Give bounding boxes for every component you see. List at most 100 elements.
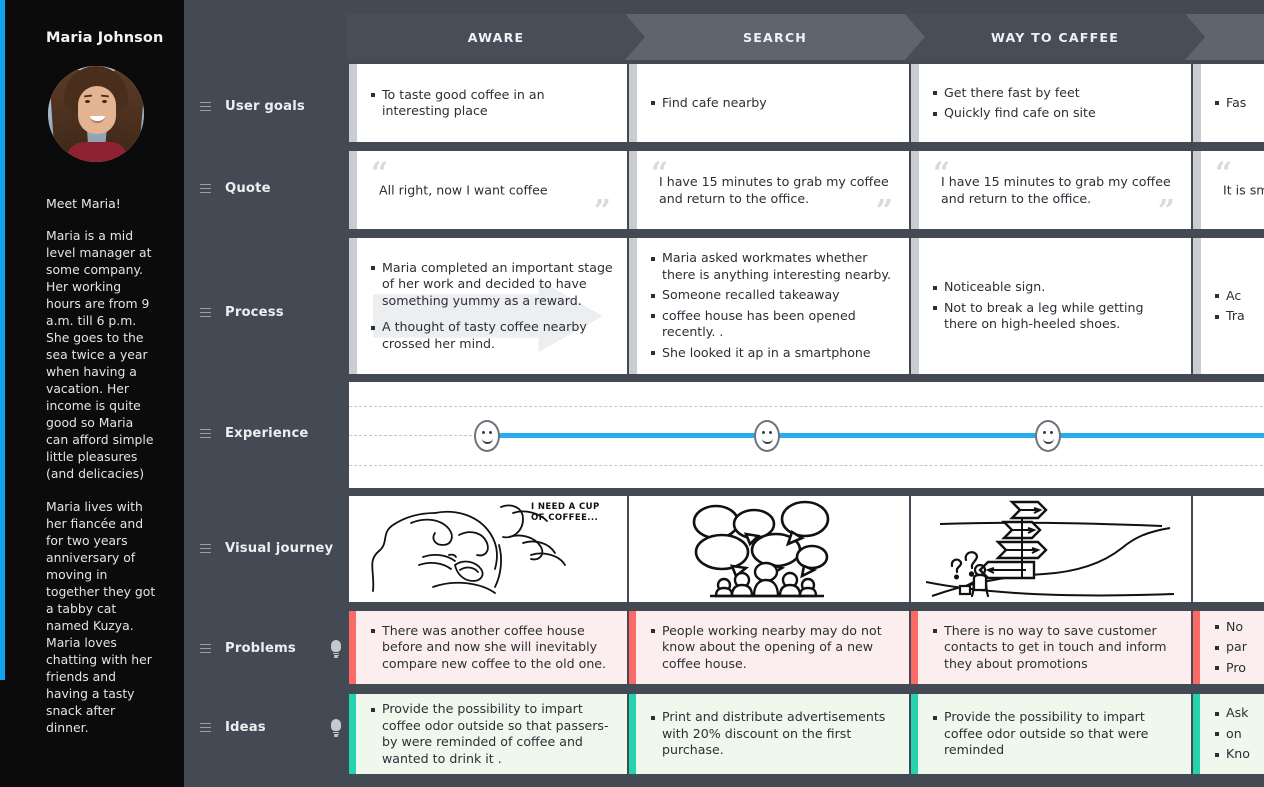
card[interactable]: “ I have 15 minutes to grab my coffee an… — [629, 151, 909, 229]
persona-sidebar: Maria Johnson Meet Maria! Maria is a mid… — [0, 0, 184, 787]
card[interactable]: Maria completed an important stage of he… — [349, 238, 627, 374]
card[interactable]: Find cafe nearby — [629, 64, 909, 142]
sketch-signpost-road[interactable] — [911, 496, 1191, 602]
card[interactable]: Provide the possibility to impart coffee… — [349, 694, 627, 774]
card[interactable]: There is no way to save customer contact… — [911, 611, 1191, 684]
card[interactable]: Noticeable sign. Not to break a leg whil… — [911, 238, 1191, 374]
cell-quote-aware[interactable]: “ All right, now I want coffee ” — [349, 151, 627, 229]
cell-experience-chart[interactable] — [349, 382, 1264, 488]
card[interactable]: Fas — [1193, 64, 1264, 142]
row-label-text: Visual journey — [225, 541, 334, 556]
card-accent-bar — [629, 64, 637, 142]
phase-tab-search[interactable]: SEARCH — [625, 14, 925, 60]
row-label-visual-journey[interactable]: Visual journey — [200, 541, 348, 556]
sketch-speech-bubbles[interactable] — [629, 496, 909, 602]
cell-ideas-search[interactable]: Print and distribute advertisements with… — [629, 694, 909, 774]
phase-tab-next[interactable] — [1185, 14, 1264, 60]
card[interactable]: Ask on Kno — [1193, 694, 1264, 774]
lightbulb-icon — [330, 640, 342, 658]
sidebar-accent-bar — [0, 0, 5, 680]
cell-visual-way[interactable] — [911, 496, 1191, 602]
cell-quote-next[interactable]: “ It is sm ” — [1193, 151, 1264, 229]
bullet-item: Tra — [1213, 308, 1264, 325]
card[interactable]: People working nearby may do not know ab… — [629, 611, 909, 684]
card-accent-bar — [1193, 694, 1200, 774]
persona-name: Maria Johnson — [46, 30, 164, 46]
row-label-text: Experience — [225, 426, 309, 441]
cell-ideas-aware[interactable]: Provide the possibility to impart coffee… — [349, 694, 627, 774]
bullet-item: Not to break a leg while getting there o… — [931, 300, 1179, 333]
cell-visual-aware[interactable]: I NEED A CUP OF COFFEE... — [349, 496, 627, 602]
cell-quote-search[interactable]: “ I have 15 minutes to grab my coffee an… — [629, 151, 909, 229]
drag-handle-icon[interactable] — [200, 184, 211, 193]
cell-user-goals-next[interactable]: Fas — [1193, 64, 1264, 142]
row-label-ideas[interactable]: Ideas — [200, 719, 348, 737]
card-accent-bar — [349, 64, 357, 142]
cell-user-goals-search[interactable]: Find cafe nearby — [629, 64, 909, 142]
cell-problems-search[interactable]: People working nearby may do not know ab… — [629, 611, 909, 684]
experience-point-search[interactable] — [754, 420, 780, 452]
drag-handle-icon[interactable] — [200, 102, 211, 111]
persona-bio-paragraph-2: Maria lives with her fiancée and for two… — [46, 499, 156, 735]
cell-problems-aware[interactable]: There was another coffee house before an… — [349, 611, 627, 684]
experience-point-way[interactable] — [1035, 420, 1061, 452]
cell-problems-way[interactable]: There is no way to save customer contact… — [911, 611, 1191, 684]
experience-chart[interactable] — [349, 382, 1264, 488]
bullet-item: par — [1213, 639, 1264, 656]
bullet-item: Get there fast by feet — [931, 85, 1179, 102]
cell-quote-way[interactable]: “ I have 15 minutes to grab my coffee an… — [911, 151, 1191, 229]
experience-line — [487, 433, 1264, 438]
card-accent-bar — [911, 64, 919, 142]
card[interactable]: Print and distribute advertisements with… — [629, 694, 909, 774]
cell-ideas-next[interactable]: Ask on Kno — [1193, 694, 1264, 774]
drag-handle-icon[interactable] — [200, 544, 211, 553]
quote-text: All right, now I want coffee — [379, 182, 548, 198]
sketch-woman-sleeping[interactable]: I NEED A CUP OF COFFEE... — [349, 496, 627, 602]
journey-map-canvas: User goals Quote Process Experience Visu… — [184, 0, 1264, 787]
phase-tab-aware[interactable]: AWARE — [347, 14, 645, 60]
card[interactable]: “ All right, now I want coffee ” — [349, 151, 627, 229]
row-label-experience[interactable]: Experience — [200, 426, 348, 441]
drag-handle-icon[interactable] — [200, 723, 211, 732]
sketch-coffee-cup[interactable] — [1193, 496, 1264, 602]
bullet-item: Maria asked workmates whether there is a… — [649, 250, 897, 283]
drag-handle-icon[interactable] — [200, 429, 211, 438]
row-label-process[interactable]: Process — [200, 305, 348, 320]
bullet-item: There was another coffee house before an… — [369, 623, 615, 673]
drag-handle-icon[interactable] — [200, 644, 211, 653]
card[interactable]: Ac Tra — [1193, 238, 1264, 374]
card-accent-bar — [629, 238, 637, 374]
cell-problems-next[interactable]: No par Pro — [1193, 611, 1264, 684]
row-label-user-goals[interactable]: User goals — [200, 99, 348, 114]
cell-visual-next[interactable] — [1193, 496, 1264, 602]
cell-user-goals-way[interactable]: Get there fast by feet Quickly find cafe… — [911, 64, 1191, 142]
cell-process-aware[interactable]: Maria completed an important stage of he… — [349, 238, 627, 374]
bullet-item: Provide the possibility to impart coffee… — [369, 701, 615, 767]
bullet-item: Ac — [1213, 288, 1264, 305]
bullet-item: People working nearby may do not know ab… — [649, 623, 897, 673]
row-label-problems[interactable]: Problems — [200, 640, 348, 658]
cell-process-way[interactable]: Noticeable sign. Not to break a leg whil… — [911, 238, 1191, 374]
row-label-quote[interactable]: Quote — [200, 181, 348, 196]
card[interactable]: Maria asked workmates whether there is a… — [629, 238, 909, 374]
card[interactable]: “ I have 15 minutes to grab my coffee an… — [911, 151, 1191, 229]
experience-point-aware[interactable] — [474, 420, 500, 452]
cell-process-search[interactable]: Maria asked workmates whether there is a… — [629, 238, 909, 374]
persona-bio-paragraph-1: Maria is a mid level manager at some com… — [46, 228, 154, 481]
card[interactable]: Provide the possibility to impart coffee… — [911, 694, 1191, 774]
cell-ideas-way[interactable]: Provide the possibility to impart coffee… — [911, 694, 1191, 774]
svg-text:OF COFFEE...: OF COFFEE... — [531, 513, 598, 523]
card[interactable]: “ It is sm ” — [1193, 151, 1264, 229]
card[interactable]: To taste good coffee in an interesting p… — [349, 64, 627, 142]
cell-process-next[interactable]: Ac Tra — [1193, 238, 1264, 374]
cell-visual-search[interactable] — [629, 496, 909, 602]
cell-user-goals-aware[interactable]: To taste good coffee in an interesting p… — [349, 64, 627, 142]
phase-tab-way-to-caffee[interactable]: WAY TO CAFFEE — [905, 14, 1205, 60]
card[interactable]: There was another coffee house before an… — [349, 611, 627, 684]
bullet-item: Fas — [1213, 95, 1264, 112]
drag-handle-icon[interactable] — [200, 308, 211, 317]
row-labels-column: User goals Quote Process Experience Visu… — [184, 0, 348, 787]
card[interactable]: No par Pro — [1193, 611, 1264, 684]
card[interactable]: Get there fast by feet Quickly find cafe… — [911, 64, 1191, 142]
card-accent-bar — [1193, 64, 1201, 142]
